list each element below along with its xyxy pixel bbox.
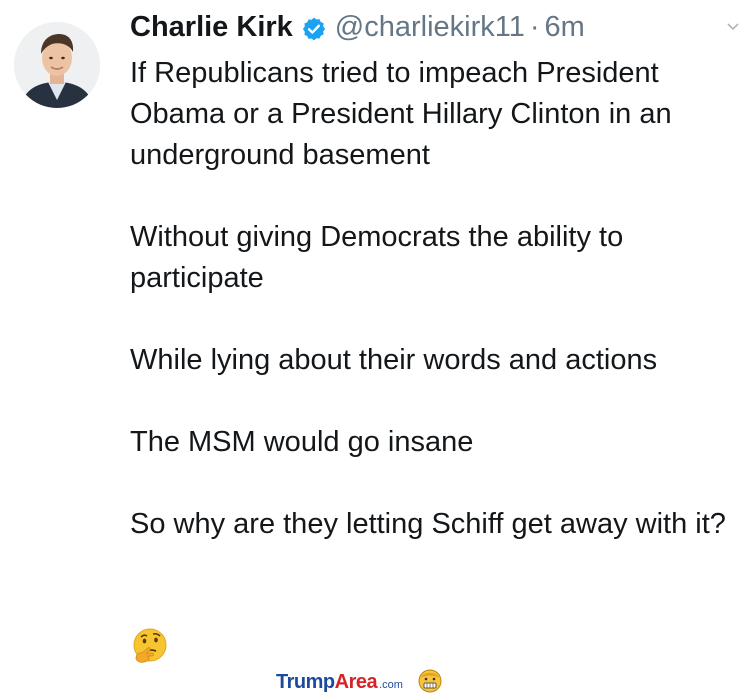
tweet-paragraph: The MSM would go insane [130, 426, 474, 458]
tweet-paragraph: Without giving Democrats the ability to … [130, 221, 624, 294]
verified-badge-icon [301, 14, 327, 41]
separator-dot: · [529, 11, 540, 43]
watermark-text-com: .com [379, 678, 403, 691]
avatar-photo [14, 22, 100, 108]
tweet-menu-chevron-icon[interactable] [726, 20, 740, 34]
avatar[interactable] [14, 22, 100, 108]
tweet-paragraph: So why are they letting Schiff get away … [130, 508, 726, 540]
tweet-paragraph: While lying about their words and action… [130, 344, 658, 376]
author-name[interactable]: Charlie Kirk [130, 8, 293, 46]
watermark-text-trump: Trump [276, 670, 335, 693]
watermark-text-area: Area [334, 670, 378, 693]
tweet-timestamp[interactable]: 6m [545, 8, 585, 46]
author-handle[interactable]: @charliekirk11 [335, 8, 525, 46]
mascot-face-icon [417, 668, 443, 694]
thinking-face-emoji [130, 626, 170, 666]
tweet-header: Charlie Kirk @charliekirk11 · 6m [130, 8, 585, 46]
watermark: Trump Area .com [276, 668, 443, 694]
tweet-paragraph: If Republicans tried to impeach Presiden… [130, 57, 672, 171]
tweet-text: If Republicans tried to impeach Presiden… [130, 53, 730, 586]
